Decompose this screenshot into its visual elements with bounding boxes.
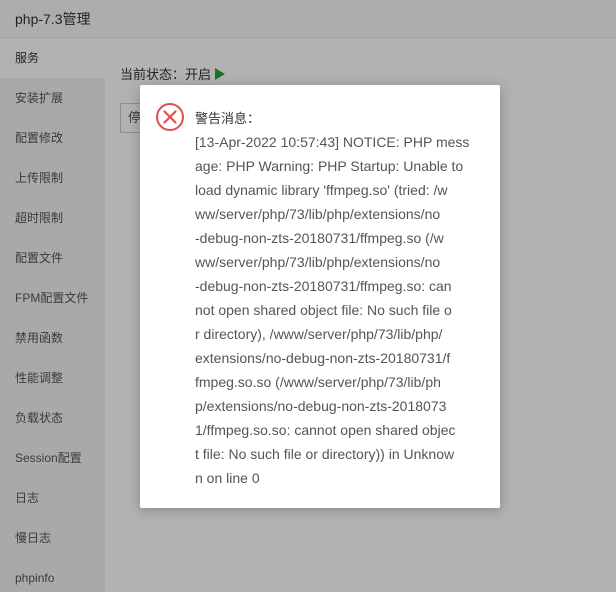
message-line: extensions/no-debug-non-zts-20180731/f [195,350,451,366]
message-line: [13-Apr-2022 10:57:43] NOTICE: PHP mess [195,134,470,150]
warning-dialog: 警告消息： [13-Apr-2022 10:57:43] NOTICE: PHP… [140,85,500,508]
message-line: ww/server/php/73/lib/php/extensions/no [195,206,441,222]
dialog-heading: 警告消息： [195,111,261,126]
message-line: t file: No such file or directory)) in U… [195,446,455,462]
message-line: 1/ffmpeg.so.so: cannot open shared objec [195,422,456,438]
message-line: not open shared object file: No such fil… [195,302,452,318]
message-line: age: PHP Warning: PHP Startup: Unable to [195,158,464,174]
message-line: -debug-non-zts-20180731/ffmpeg.so (/w [195,230,444,246]
error-circle-icon [156,103,184,131]
message-line: n on line 0 [195,470,260,486]
message-line: -debug-non-zts-20180731/ffmpeg.so: can [195,278,452,294]
message-line: r directory), /www/server/php/73/lib/php… [195,326,443,342]
message-line: p/extensions/no-debug-non-zts-2018073 [195,398,447,414]
message-line: load dynamic library 'ffmpeg.so' (tried:… [195,182,448,198]
dialog-message: [13-Apr-2022 10:57:43] NOTICE: PHP mess … [195,130,485,490]
message-line: ww/server/php/73/lib/php/extensions/no [195,254,441,270]
message-line: fmpeg.so.so (/www/server/php/73/lib/ph [195,374,441,390]
